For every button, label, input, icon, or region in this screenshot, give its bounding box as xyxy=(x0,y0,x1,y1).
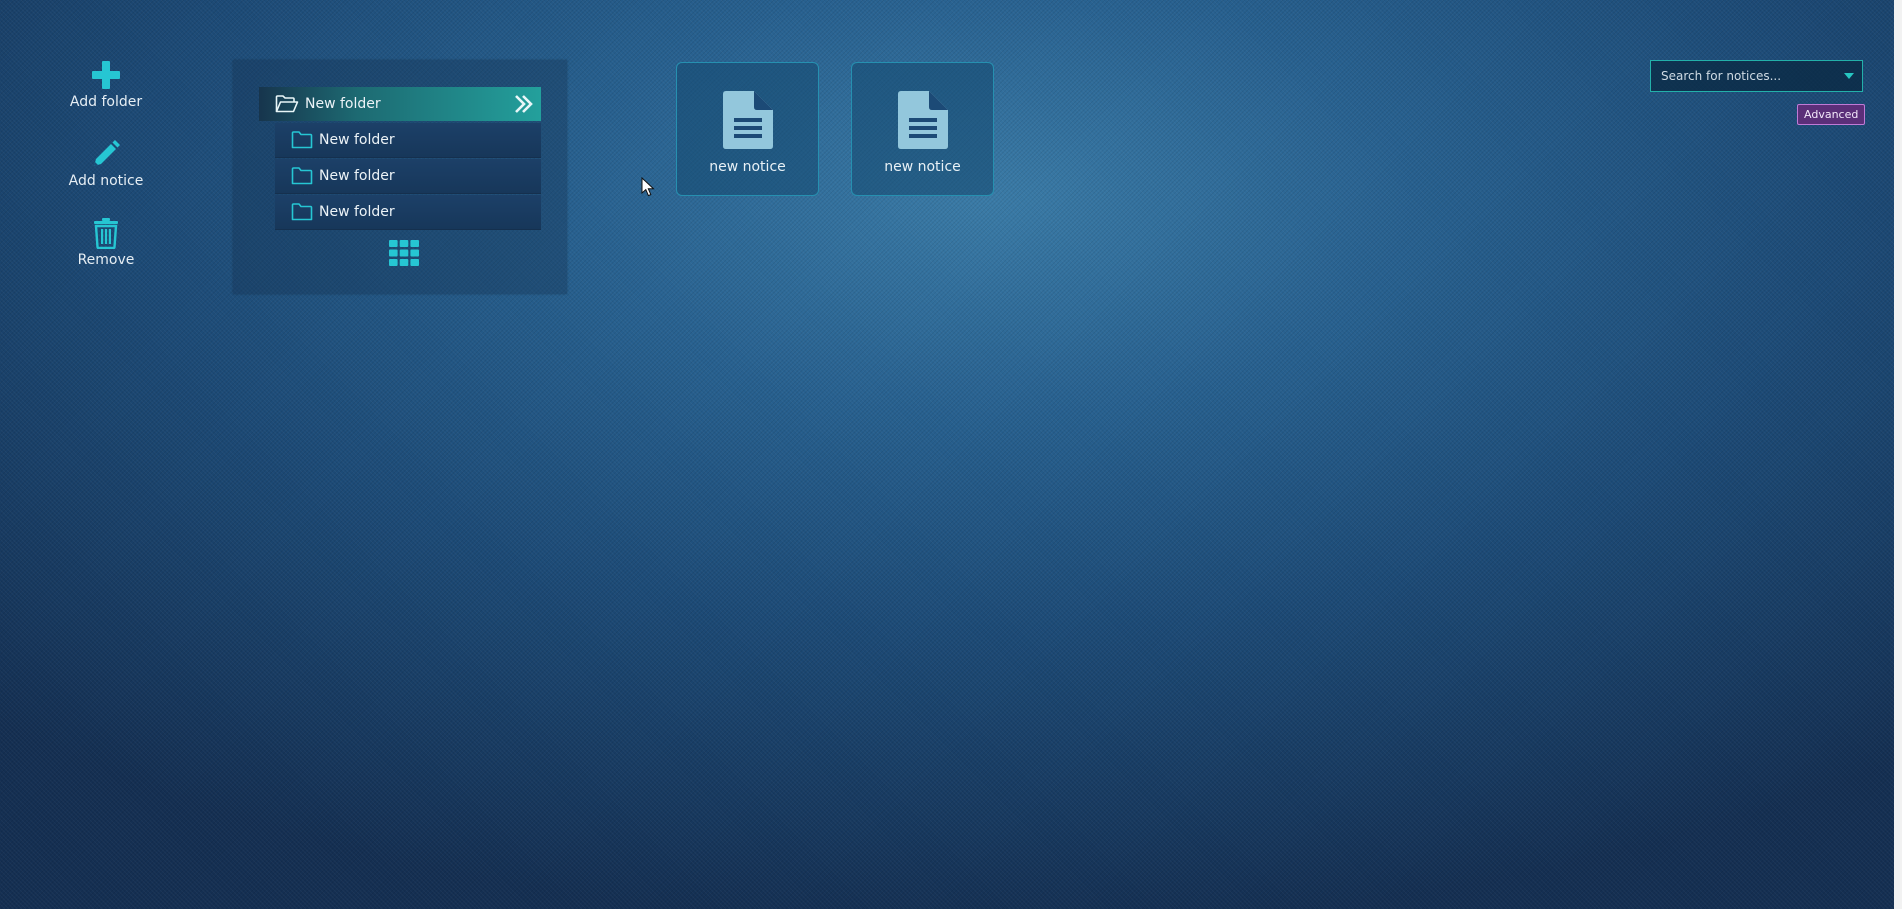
add-folder-label: Add folder xyxy=(69,94,143,110)
folder-icon xyxy=(291,131,313,149)
window-edge xyxy=(1894,0,1902,909)
folder-tree-panel: New folder New folder New folder New fol… xyxy=(233,60,567,294)
add-notice-button[interactable]: Add notice xyxy=(60,137,152,216)
notice-card[interactable]: new notice xyxy=(851,62,994,196)
trash-icon xyxy=(89,216,123,250)
folder-open-icon xyxy=(275,95,299,113)
folder-label: New folder xyxy=(319,132,395,148)
remove-button[interactable]: Remove xyxy=(60,216,152,295)
advanced-search-button[interactable]: Advanced xyxy=(1797,104,1866,125)
add-folder-button[interactable]: Add folder xyxy=(60,58,152,137)
document-icon xyxy=(897,91,948,149)
caret-down-icon[interactable] xyxy=(1844,73,1854,79)
grid-icon[interactable] xyxy=(389,240,419,266)
notice-title: new notice xyxy=(709,159,786,175)
document-icon xyxy=(722,91,773,149)
folder-label: New folder xyxy=(319,168,395,184)
folder-label: New folder xyxy=(305,96,381,112)
folder-item-child[interactable]: New folder xyxy=(275,159,541,194)
folder-item-child[interactable]: New folder xyxy=(275,195,541,230)
notice-title: new notice xyxy=(884,159,961,175)
mouse-cursor-icon xyxy=(641,177,655,197)
folder-item-root[interactable]: New folder xyxy=(259,87,541,121)
search-box xyxy=(1650,60,1863,92)
folder-icon xyxy=(291,203,313,221)
remove-label: Remove xyxy=(77,252,135,268)
left-toolbar: Add folder Add notice Remove xyxy=(60,58,152,295)
add-notice-label: Add notice xyxy=(68,173,144,189)
folder-item-child[interactable]: New folder xyxy=(275,123,541,158)
notice-card[interactable]: new notice xyxy=(676,62,819,196)
folder-icon xyxy=(291,167,313,185)
pencil-icon xyxy=(89,137,123,171)
search-input[interactable] xyxy=(1651,61,1831,91)
folder-label: New folder xyxy=(319,204,395,220)
double-chevron-right-icon[interactable] xyxy=(513,93,535,115)
plus-icon xyxy=(89,58,123,92)
